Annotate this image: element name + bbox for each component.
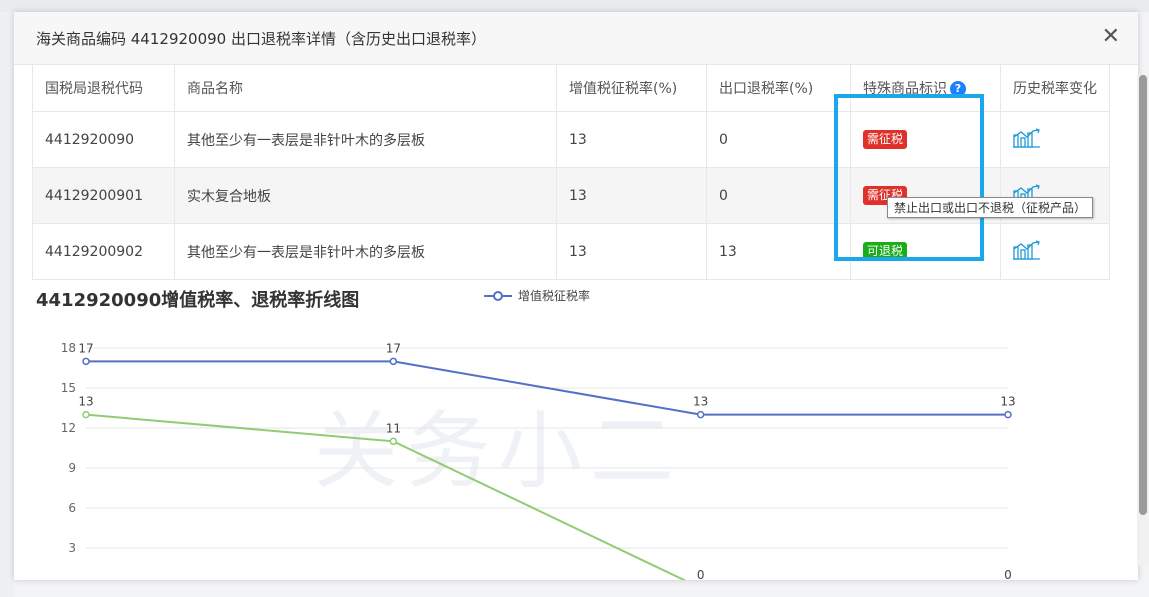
data-label: 13	[1000, 395, 1015, 409]
data-point	[82, 357, 90, 366]
data-label: 13	[693, 395, 708, 409]
rate-detail-modal: 海关商品编码 4412920090 出口退税率详情（含历史出口退税率） ✕ 国税…	[14, 12, 1138, 580]
data-label: 11	[386, 421, 401, 435]
data-point	[389, 437, 398, 446]
series-line-1	[85, 413, 687, 580]
data-label: 0	[1004, 568, 1012, 580]
data-point	[696, 410, 705, 419]
y-tick-label: 18	[61, 341, 76, 355]
y-tick-label: 12	[61, 421, 76, 435]
scrollbar-thumb[interactable]	[1139, 75, 1147, 515]
page-backdrop	[0, 0, 1149, 12]
y-tick-label: 3	[68, 541, 76, 555]
data-label: 13	[78, 395, 93, 409]
y-tick-label: 9	[68, 461, 76, 475]
data-label: 17	[78, 341, 93, 355]
data-label: 0	[697, 568, 705, 580]
page-backdrop-edge	[0, 12, 14, 597]
line-chart: 369121518 17 1713 1313110 0	[61, 341, 1016, 580]
data-point	[1004, 410, 1012, 419]
y-tick-label: 6	[68, 501, 76, 515]
data-label: 17	[386, 341, 401, 355]
data-point	[389, 357, 398, 366]
data-point	[82, 410, 90, 419]
y-tick-label: 15	[61, 381, 76, 395]
